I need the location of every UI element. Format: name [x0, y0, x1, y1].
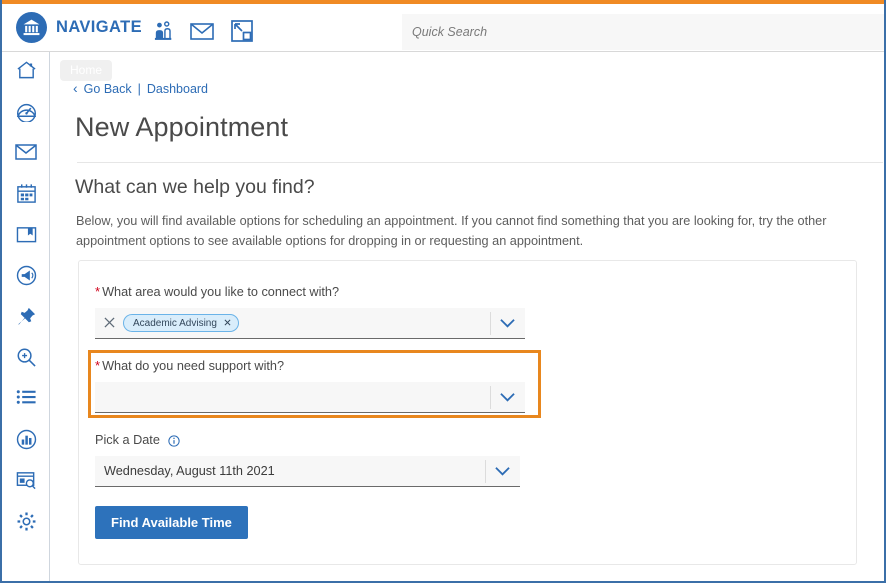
field-date-group: Pick a Date Wednesday, August 11th 2021 — [95, 433, 520, 487]
analytics-icon — [16, 429, 37, 455]
info-circle-icon[interactable] — [168, 435, 180, 447]
chevron-down-icon[interactable] — [499, 316, 516, 336]
main-content: Home ‹ Go Back | Dashboard New Appointme… — [51, 52, 886, 581]
list-icon — [16, 389, 37, 412]
search-input[interactable] — [402, 14, 886, 50]
area-select[interactable]: Academic Advising — [95, 308, 525, 339]
sidebar-item-lists[interactable] — [2, 380, 50, 421]
envelope-icon — [15, 144, 37, 165]
chip-academic-advising[interactable]: Academic Advising — [123, 314, 239, 332]
sidebar-item-reporting[interactable] — [2, 421, 50, 462]
select-divider — [490, 312, 491, 335]
left-sidebar — [2, 52, 50, 581]
section-heading: What can we help you find? — [75, 176, 315, 199]
clear-all-icon[interactable] — [104, 316, 115, 330]
date-select-value: Wednesday, August 11th 2021 — [104, 464, 275, 478]
select-divider — [485, 460, 486, 483]
chip-remove-icon[interactable] — [224, 318, 231, 329]
home-tooltip: Home — [60, 60, 112, 81]
megaphone-icon — [16, 265, 37, 291]
chevron-down-icon[interactable] — [499, 390, 516, 410]
field-area-label: *What area would you like to connect wit… — [95, 284, 525, 299]
app-header: NAVIGATE — [2, 4, 886, 52]
brand-logo[interactable]: NAVIGATE — [16, 12, 142, 43]
field-area-label-text: What area would you like to connect with… — [102, 285, 339, 299]
app-window: NAVIGATE — [0, 0, 886, 583]
bank-building-icon — [16, 12, 47, 43]
chip-label: Academic Advising — [133, 318, 217, 329]
gear-icon — [16, 511, 37, 537]
brand-name: NAVIGATE — [56, 18, 142, 37]
sidebar-item-pinned[interactable] — [2, 298, 50, 339]
date-select[interactable]: Wednesday, August 11th 2021 — [95, 456, 520, 487]
support-select[interactable] — [95, 382, 525, 413]
briefcase-icon — [16, 225, 37, 249]
sidebar-item-calendar[interactable] — [2, 175, 50, 216]
envelope-icon[interactable] — [188, 18, 216, 44]
appointment-people-icon[interactable] — [150, 18, 178, 44]
calendar-icon — [16, 183, 37, 209]
sidebar-item-home[interactable] — [2, 52, 50, 93]
field-support-label: *What do you need support with? — [95, 358, 525, 373]
appointment-form-card: *What area would you like to connect wit… — [78, 260, 857, 565]
field-support-group: *What do you need support with? — [95, 358, 525, 413]
report-search-icon — [16, 470, 37, 495]
required-asterisk: * — [95, 284, 100, 299]
sidebar-item-student-folder[interactable] — [2, 216, 50, 257]
select-divider — [490, 386, 491, 409]
sidebar-item-dashboard[interactable] — [2, 93, 50, 134]
sidebar-item-campaigns[interactable] — [2, 257, 50, 298]
field-area-group: *What area would you like to connect wit… — [95, 284, 525, 339]
go-back-link[interactable]: Go Back — [84, 82, 132, 96]
required-asterisk: * — [95, 358, 100, 373]
field-date-label-text: Pick a Date — [95, 433, 160, 447]
breadcrumb-dashboard-link[interactable]: Dashboard — [147, 82, 208, 96]
breadcrumb: ‹ Go Back | Dashboard — [73, 81, 208, 96]
speedometer-icon — [16, 101, 37, 127]
pin-icon — [16, 306, 37, 332]
sidebar-item-reports[interactable] — [2, 462, 50, 503]
magnifier-plus-icon — [16, 347, 37, 373]
field-support-label-text: What do you need support with? — [102, 359, 284, 373]
sidebar-item-messages[interactable] — [2, 134, 50, 175]
sidebar-item-settings[interactable] — [2, 503, 50, 544]
find-available-time-button[interactable]: Find Available Time — [95, 506, 248, 539]
breadcrumb-separator: | — [138, 82, 141, 96]
chevron-down-icon[interactable] — [494, 464, 511, 484]
minimize-window-icon[interactable] — [228, 18, 256, 44]
home-icon — [16, 60, 37, 85]
section-description: Below, you will find available options f… — [76, 212, 866, 251]
sidebar-item-advanced-search[interactable] — [2, 339, 50, 380]
page-title: New Appointment — [75, 112, 288, 143]
divider — [77, 162, 883, 163]
field-date-label: Pick a Date — [95, 433, 520, 447]
chevron-left-icon: ‹ — [73, 81, 78, 95]
